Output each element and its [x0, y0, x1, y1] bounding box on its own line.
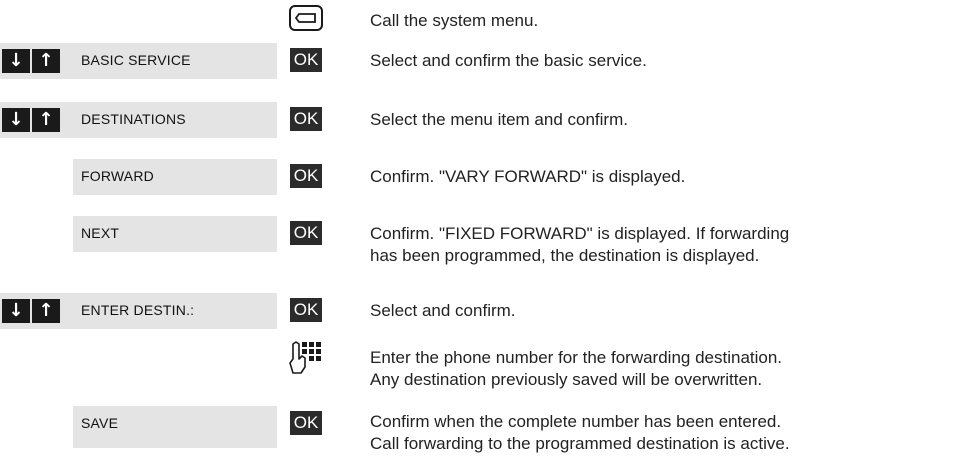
step-basic-service: ↓ ↑ BASIC SERVICE OK Select and confirm … [0, 40, 957, 82]
display-text: ENTER DESTIN.: [81, 302, 195, 318]
up-arrow-icon[interactable]: ↑ [32, 299, 60, 323]
description-line: Any destination previously saved will be… [370, 369, 763, 389]
down-arrow-icon[interactable]: ↓ [2, 49, 30, 73]
step-next: NEXT OK Confirm. "FIXED FORWARD" is disp… [0, 213, 957, 273]
display-text: SAVE [81, 415, 119, 431]
step-description: Confirm when the complete number has bee… [370, 411, 790, 454]
ok-button[interactable]: OK [290, 164, 322, 188]
display-text: FORWARD [81, 168, 154, 184]
display-text: BASIC SERVICE [81, 52, 191, 68]
step-description: Select and confirm. [370, 301, 516, 320]
description-line: Call forwarding to the programmed destin… [370, 433, 790, 453]
up-arrow-icon[interactable]: ↑ [32, 108, 60, 132]
step-call-system-menu: Call the system menu. [0, 0, 957, 40]
ok-button[interactable]: OK [290, 221, 322, 245]
ok-button[interactable]: OK [290, 411, 322, 435]
step-forward: FORWARD OK Confirm. "VARY FORWARD" is di… [0, 156, 957, 198]
keypad-icon[interactable] [289, 339, 323, 375]
description-line: Enter the phone number for the forwardin… [370, 348, 783, 367]
ok-button[interactable]: OK [290, 48, 322, 72]
display-field: FORWARD [73, 159, 277, 195]
step-description: Confirm. "FIXED FORWARD" is displayed. I… [370, 223, 789, 266]
display-text: DESTINATIONS [81, 111, 186, 127]
step-enter-destination: ↓ ↑ ENTER DESTIN.: OK Select and confirm… [0, 290, 957, 332]
display-field: ENTER DESTIN.: [73, 293, 277, 329]
step-destinations: ↓ ↑ DESTINATIONS OK Select the menu item… [0, 99, 957, 141]
display-field: BASIC SERVICE [73, 43, 277, 79]
display-field: DESTINATIONS [73, 102, 277, 138]
down-arrow-icon[interactable]: ↓ [2, 299, 30, 323]
description-line: Confirm. "FIXED FORWARD" is displayed. I… [370, 224, 790, 243]
step-enter-number: Enter the phone number for the forwardin… [0, 337, 957, 397]
description-line: Confirm when the complete number has bee… [370, 412, 782, 431]
step-description: Select the menu item and confirm. [370, 110, 628, 129]
step-description: Enter the phone number for the forwardin… [370, 347, 782, 390]
display-text: NEXT [81, 225, 120, 241]
menu-key-icon[interactable] [288, 4, 324, 32]
display-field: NEXT [73, 216, 277, 252]
ok-button[interactable]: OK [290, 107, 322, 131]
step-description: Confirm. "VARY FORWARD" is displayed. [370, 167, 686, 186]
description-line: has been programmed, the destination is … [370, 245, 760, 265]
up-arrow-icon[interactable]: ↑ [32, 49, 60, 73]
step-description: Call the system menu. [370, 11, 539, 30]
step-save: SAVE OK Confirm when the complete number… [0, 403, 957, 463]
ok-button[interactable]: OK [290, 298, 322, 322]
display-field: SAVE [73, 406, 277, 448]
down-arrow-icon[interactable]: ↓ [2, 108, 30, 132]
step-description: Select and confirm the basic service. [370, 51, 647, 70]
